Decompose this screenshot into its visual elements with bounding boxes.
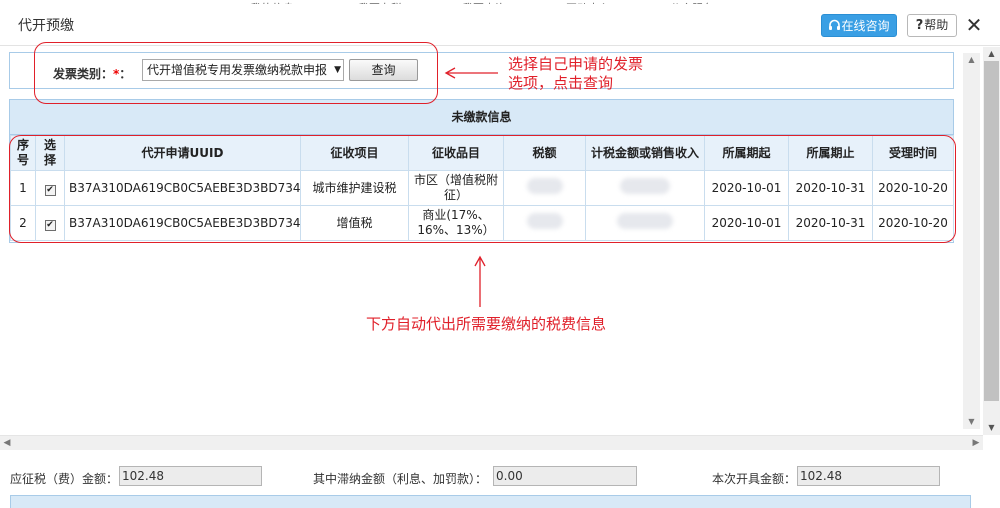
annotation-arrows	[444, 67, 498, 307]
annotation-table-note: 下方自动代出所需要缴纳的税费信息	[366, 315, 607, 333]
annotation-query-note: 选择自己申请的发票选项，点击查询	[508, 55, 644, 92]
dialog-window: 我的信息 我要办税 我要查询 互动中心 公众服务 代开预缴 在线咨询 ?帮助 ✕…	[0, 0, 1000, 508]
